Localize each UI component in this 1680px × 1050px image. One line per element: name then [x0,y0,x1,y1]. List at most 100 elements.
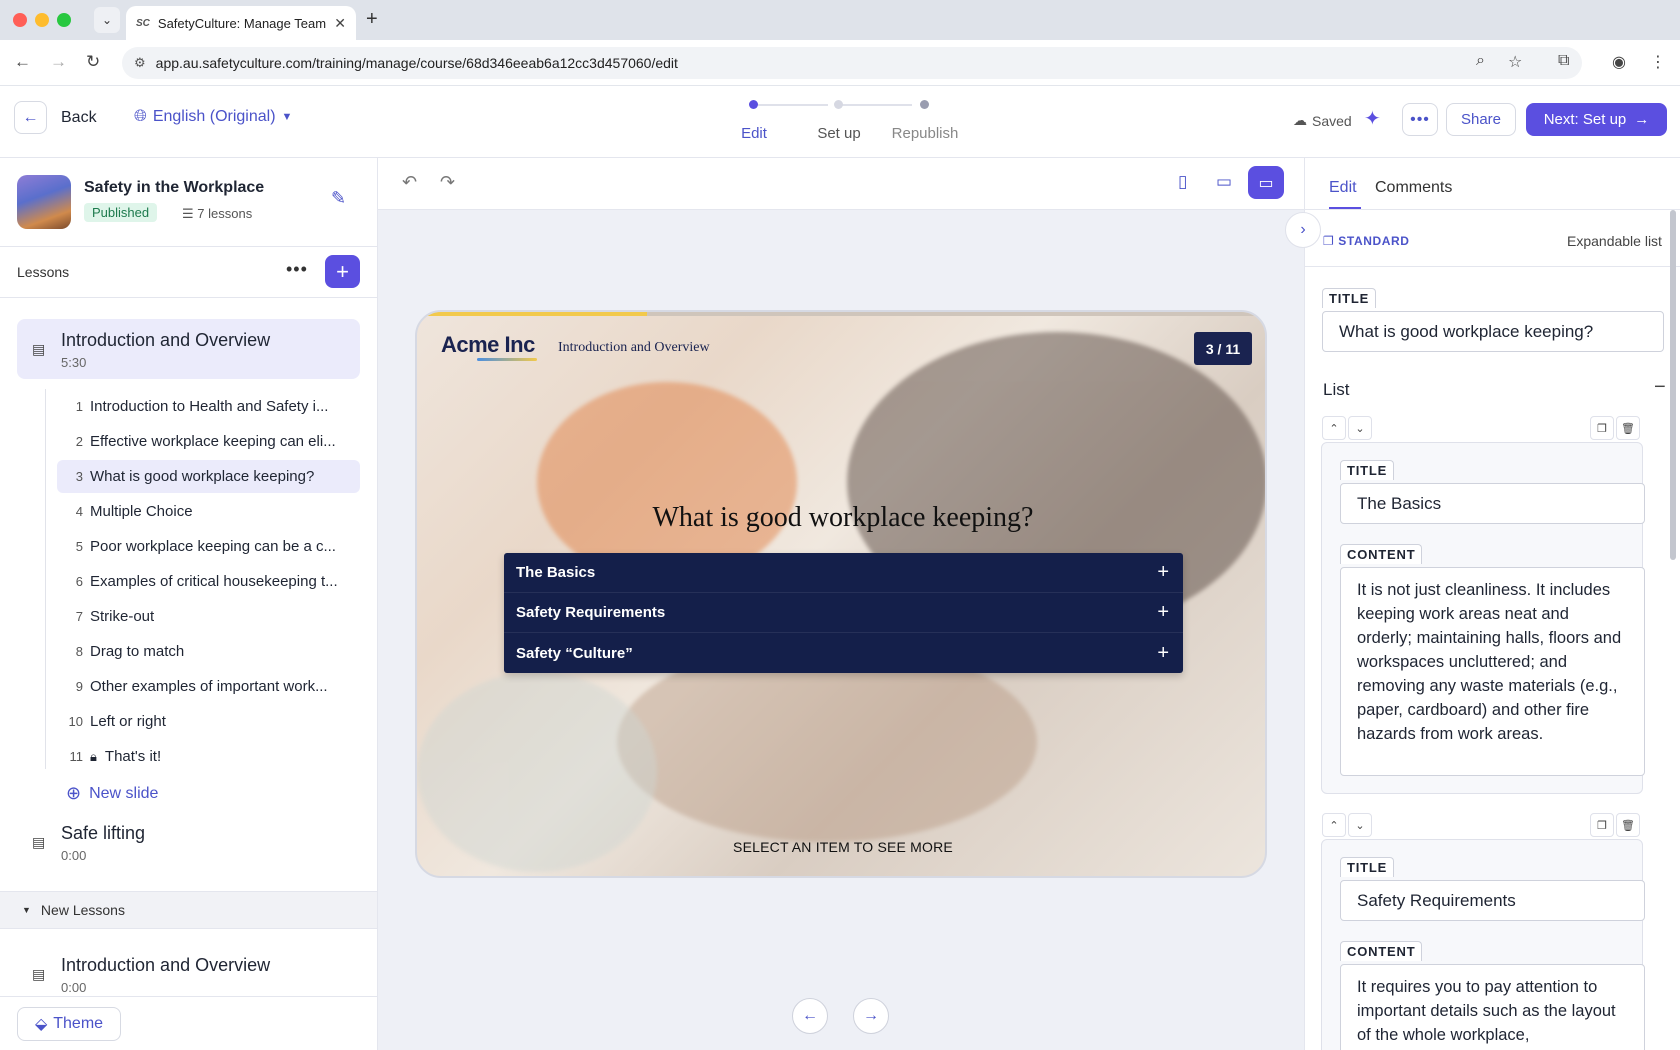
back-arrow-icon[interactable]: ← [14,52,31,72]
lesson-name[interactable]: Safe lifting [61,823,145,844]
theme-button[interactable]: ⬙ Theme [17,1007,121,1041]
window-close-button[interactable] [13,13,27,27]
accordion-item-basics[interactable]: The Basics + [504,553,1183,593]
ai-sparkle-icon[interactable]: ✦ [1364,106,1381,131]
course-title: Safety in the Workplace [84,179,265,196]
laptop-icon: ▭ [1258,174,1274,192]
trash-icon[interactable]: 🗑︎ [1616,416,1640,440]
new-tab-button[interactable]: + [366,8,378,31]
accordion-item-safety-requirements[interactable]: Safety Requirements + [504,593,1183,633]
ellipsis-icon: ••• [1410,110,1430,128]
bookmark-star-icon[interactable]: ☆ [1508,52,1522,72]
trash-icon[interactable]: 🗑︎ [1616,813,1640,837]
language-selector[interactable]: 🌐︎ English (Original) ▼ [134,108,292,126]
new-slide-label: New slide [89,784,159,802]
tab-title: SafetyCulture: Manage Teams [157,15,327,31]
theme-label: Theme [53,1015,104,1032]
canvas-toolbar: ↶ ↷ ▯ ▭ ▭ [378,158,1304,210]
slide-item-2[interactable]: 2 Effective workplace keeping can eli... [57,425,360,458]
properties-panel: Edit Comments ❐ STANDARD Expandable list… [1304,158,1680,1050]
item-title-input[interactable]: Safety Requirements [1340,880,1645,921]
slide-item-6[interactable]: 6 Examples of critical housekeeping t... [57,565,360,598]
tab-edit[interactable]: Edit [1329,179,1357,197]
item-content-textarea[interactable]: It is not just cleanliness. It includes … [1340,567,1645,776]
lesson-duration: 0:00 [61,980,87,995]
duplicate-icon[interactable]: ❐ [1590,416,1614,440]
share-button[interactable]: Share [1446,103,1516,136]
step-republish[interactable]: Republish [892,125,959,142]
slide-item-10[interactable]: 10 Left or right [57,705,360,738]
lesson-name[interactable]: Introduction and Overview [61,955,270,976]
collapse-list-icon[interactable]: − [1654,376,1666,399]
close-icon[interactable]: ✕ [334,15,346,32]
step-setup[interactable]: Set up [817,125,860,142]
slide-item-4[interactable]: 4 Multiple Choice [57,495,360,528]
tablet-preview-icon[interactable]: ▭ [1216,172,1232,192]
undo-icon[interactable]: ↶ [402,172,417,193]
previous-slide-button[interactable]: ← [792,998,828,1034]
item-title-input[interactable]: The Basics [1340,483,1645,524]
list-icon: ☰ [182,206,198,221]
status-badge: Published [84,203,158,222]
slide-item-9[interactable]: 9 Other examples of important work... [57,670,360,703]
tab-search-button[interactable]: ⌄ [94,7,120,33]
next-setup-button[interactable]: Next: Set up → [1526,103,1667,136]
extensions-icon[interactable]: ⧉ [1558,52,1569,70]
site-settings-icon[interactable]: ⚙ [134,55,146,71]
slide-item-11[interactable]: 11 🔒︎ That's it! [57,740,360,773]
slide-preview[interactable]: Acme Inc Introduction and Overview 3 / 1… [415,310,1267,878]
browser-tab-active[interactable]: SC SafetyCulture: Manage Teams ✕ [126,6,356,40]
lesson-group-header[interactable]: ▼ New Lessons [0,891,377,929]
brand-logo-underline [477,358,537,361]
chevron-right-icon: › [1300,221,1306,238]
slide-heading: What is good workplace keeping? [652,502,1034,533]
slide-item-5[interactable]: 5 Poor workplace keeping can be a c... [57,530,360,563]
move-up-icon[interactable]: ⌃ [1322,416,1346,440]
slide-item-8[interactable]: 8 Drag to match [57,635,360,668]
edit-course-pencil-icon[interactable]: ✎ [331,188,346,209]
duplicate-icon[interactable]: ❐ [1590,813,1614,837]
window-zoom-button[interactable] [57,13,71,27]
move-down-icon[interactable]: ⌄ [1348,416,1372,440]
slide-progress-track [417,312,1265,316]
back-button[interactable]: ← [14,101,47,134]
lesson-duration: 5:30 [61,355,87,370]
chevron-down-icon: ⌄ [101,13,113,27]
mobile-preview-icon[interactable]: ▯ [1178,172,1187,192]
move-down-icon[interactable]: ⌄ [1348,813,1372,837]
new-slide-button[interactable]: ⊕ New slide [66,783,158,804]
step-edit[interactable]: Edit [741,125,767,142]
plus-icon: + [336,258,349,284]
tab-comments[interactable]: Comments [1375,179,1452,197]
expandable-list: The Basics + Safety Requirements + Safety … [504,553,1183,673]
more-options-button[interactable]: ••• [1402,103,1438,136]
panel-scrollbar[interactable] [1670,210,1676,560]
slide-title-input[interactable]: What is good workplace keeping? [1322,311,1664,352]
item-content-textarea[interactable]: It requires you to pay attention to impo… [1340,964,1645,1050]
slide-item-3[interactable]: 3 What is good workplace keeping? [57,460,360,493]
redo-icon[interactable]: ↷ [440,172,455,193]
collapse-panel-button[interactable]: › [1285,212,1321,248]
url-bar[interactable]: ⚙ app.au.safetyculture.com/training/mana… [122,47,1582,79]
slide-item-7[interactable]: 7 Strike-out [57,600,360,633]
slide-item-1[interactable]: 1 Introduction to Health and Safety i... [57,390,360,423]
browser-menu-icon[interactable]: ⋮ [1650,52,1666,72]
zoom-icon[interactable]: ⌕ [1476,52,1485,70]
add-lesson-button[interactable]: + [325,255,360,288]
back-label[interactable]: Back [61,109,97,127]
lessons-more-icon[interactable]: ••• [286,259,308,280]
reload-icon[interactable]: ↻ [86,52,100,72]
course-thumbnail [17,175,71,229]
title-field-label: TITLE [1322,288,1377,308]
item-title-label: TITLE [1340,857,1395,877]
block-type-label: ❐ STANDARD [1323,234,1410,248]
profile-icon[interactable]: ◉ [1612,52,1626,72]
forward-arrow-icon[interactable]: → [50,52,67,72]
move-up-icon[interactable]: ⌃ [1322,813,1346,837]
desktop-preview-button[interactable]: ▭ [1248,166,1284,199]
window-minimize-button[interactable] [35,13,49,27]
accordion-item-safety-culture[interactable]: Safety “Culture” + [504,633,1183,673]
browser-toolbar: ← → ↻ ⚙ app.au.safetyculture.com/trainin… [0,40,1680,86]
lesson-doc-icon: ▤ [32,341,46,357]
next-slide-button[interactable]: → [853,998,889,1034]
